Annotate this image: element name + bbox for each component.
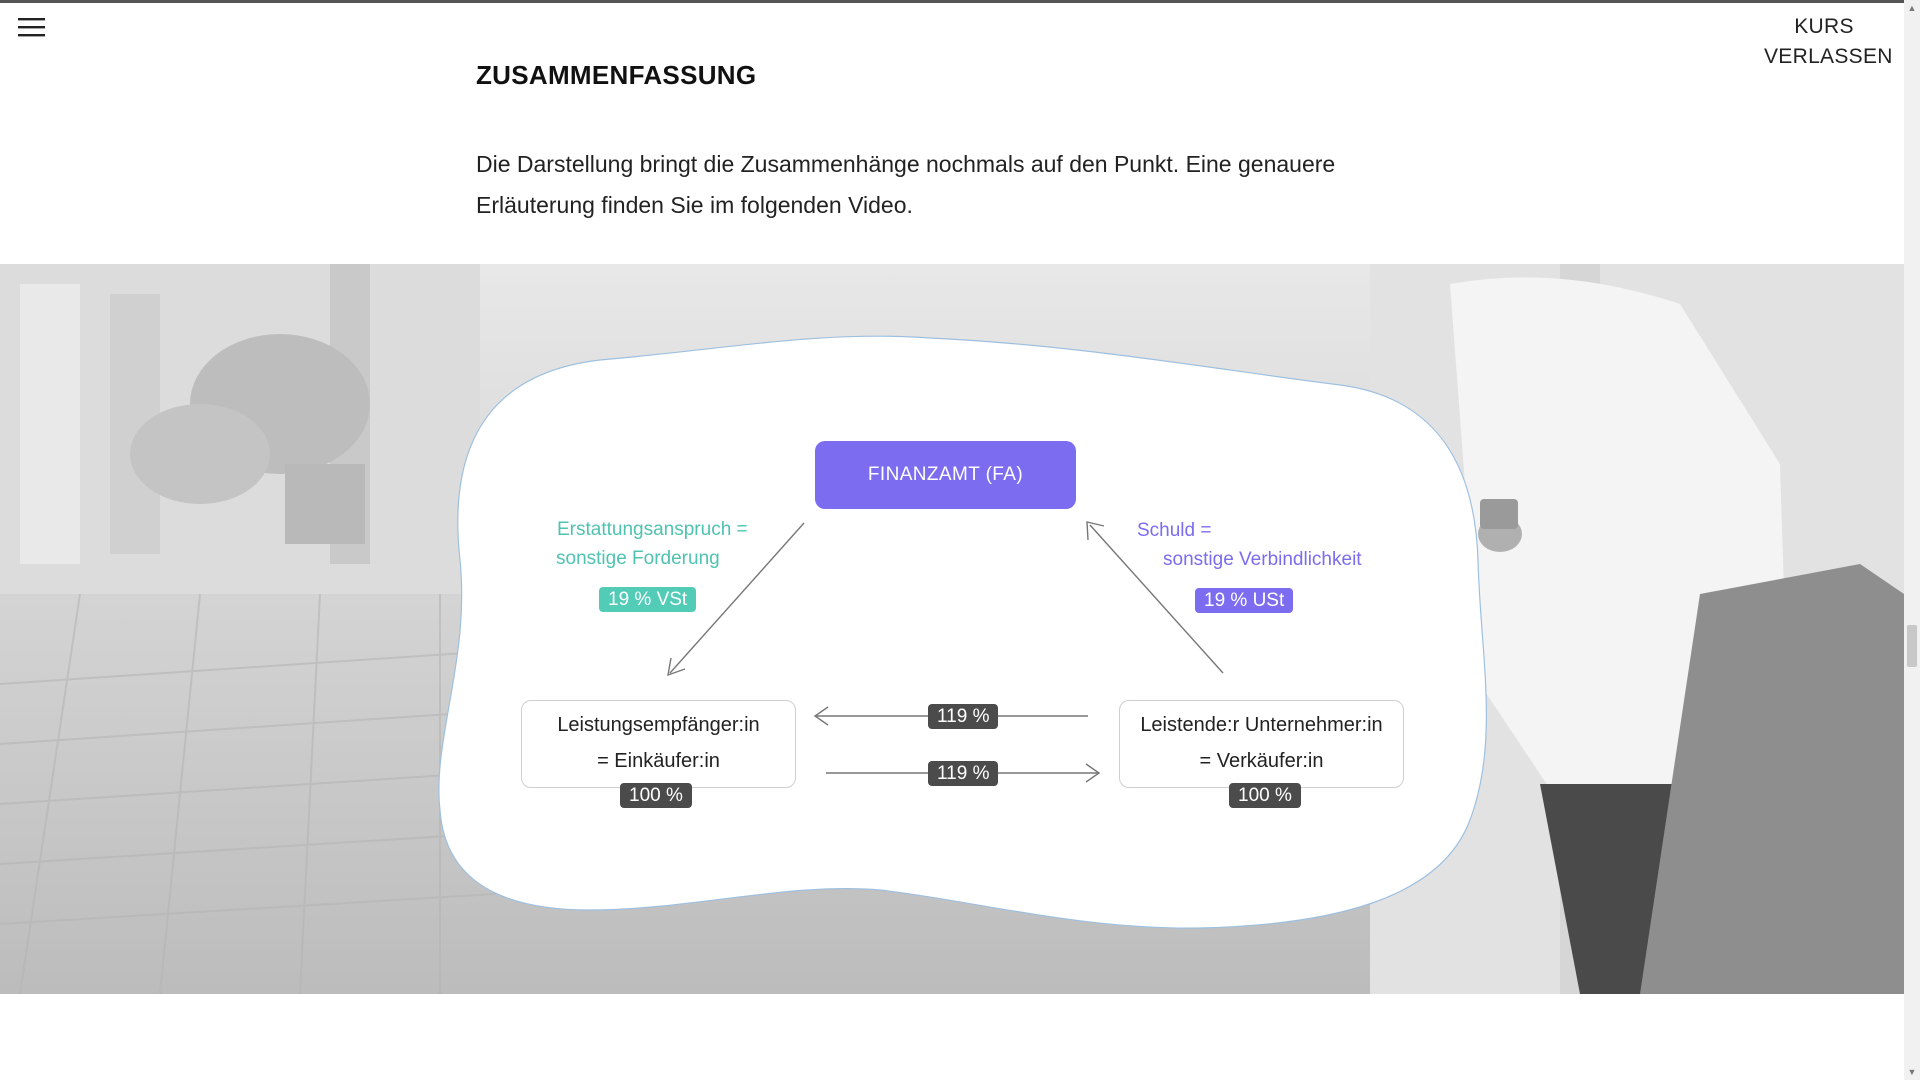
background-photo [0, 264, 1904, 994]
section-title: ZUSAMMENFASSUNG [476, 60, 757, 90]
intro-paragraph: Die Darstellung bringt die Zusammenhänge… [476, 151, 1336, 218]
top-border [0, 0, 1904, 3]
exit-label-line2: VERLASSEN [1764, 45, 1893, 68]
scrollbar-thumb[interactable] [1907, 625, 1917, 667]
vertical-scrollbar[interactable]: ▲ ▼ [1904, 0, 1920, 1080]
hamburger-menu-icon[interactable] [18, 16, 46, 38]
scroll-up-arrow-icon[interactable]: ▲ [1904, 0, 1920, 16]
exit-label-line1: KURS [1794, 15, 1854, 38]
exit-course-button[interactable]: KURS VERLASSEN [1764, 12, 1893, 72]
scroll-down-arrow-icon[interactable]: ▼ [1904, 1064, 1920, 1080]
